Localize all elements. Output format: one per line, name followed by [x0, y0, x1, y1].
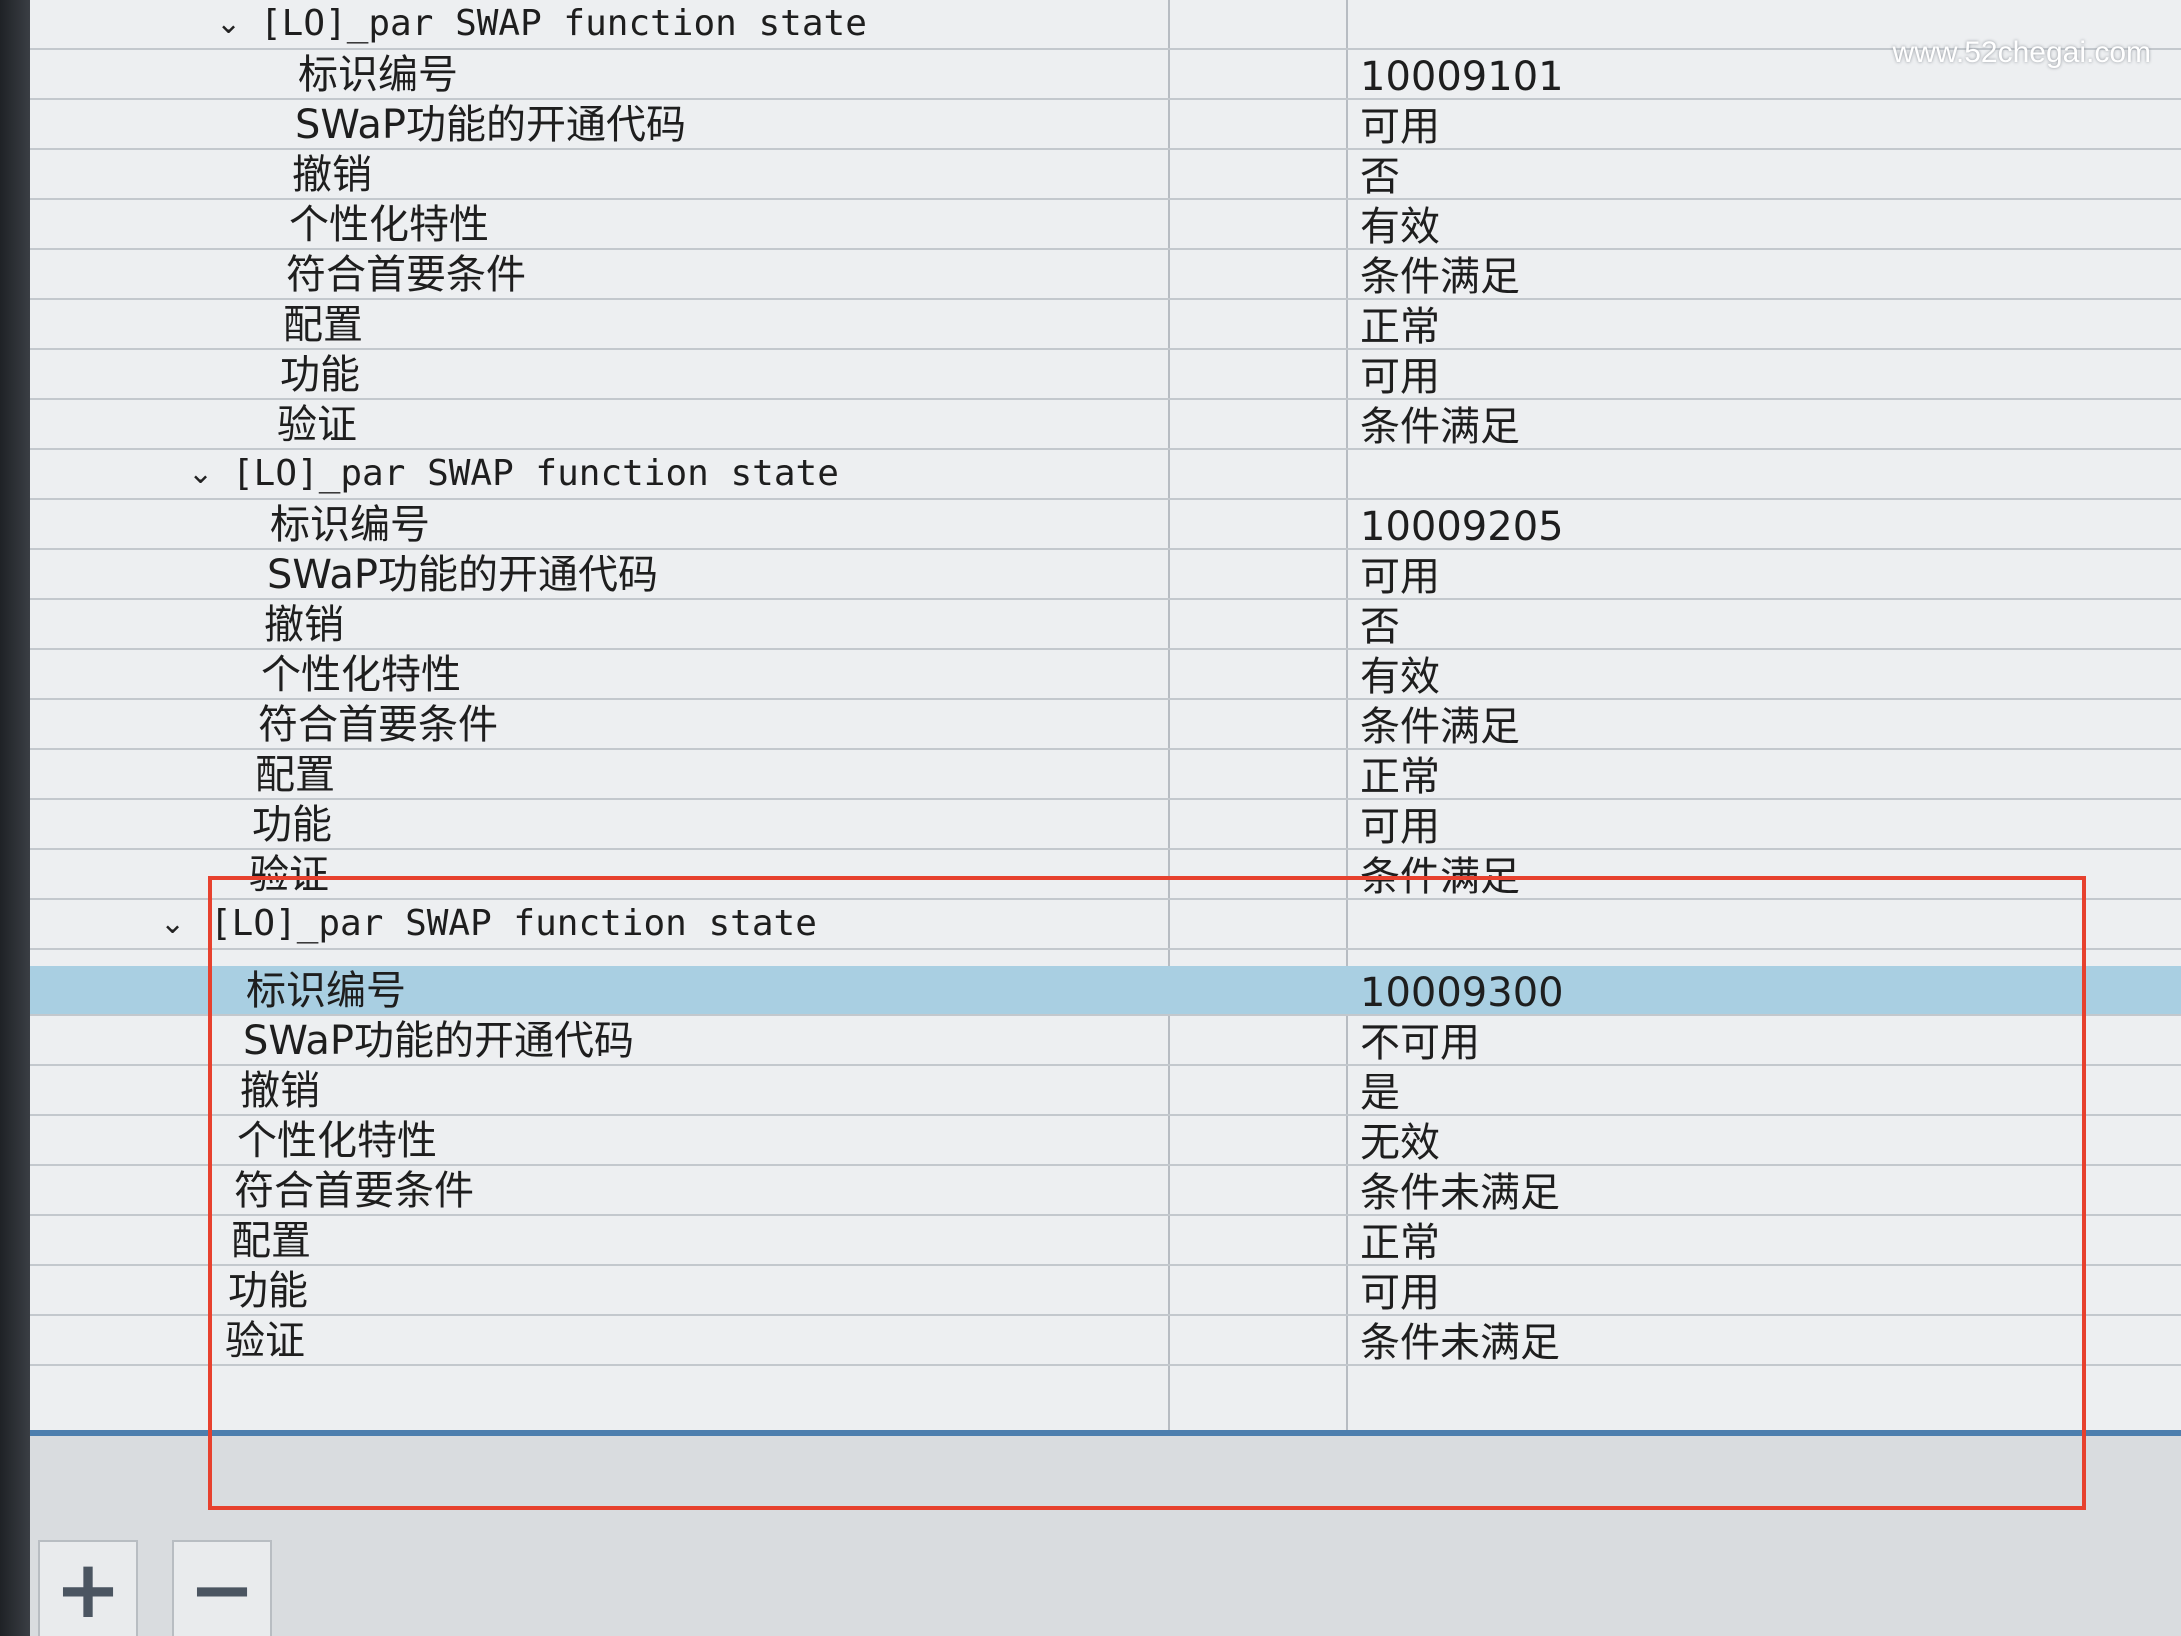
property-label: 撤销	[264, 602, 344, 648]
property-value: 正常	[1360, 754, 1440, 800]
table-row[interactable]: SWaP功能的开通代码 不可用	[30, 1016, 2181, 1066]
property-label: 功能	[228, 1268, 308, 1314]
minus-icon: −	[188, 1543, 256, 1636]
property-value: 10009205	[1360, 504, 1564, 550]
property-label: 功能	[280, 352, 360, 398]
property-label: 配置	[255, 752, 335, 798]
table-row[interactable]: 撤销 是	[30, 1066, 2181, 1116]
plus-icon: +	[54, 1543, 122, 1636]
property-label: 撤销	[240, 1068, 320, 1114]
property-value: 条件未满足	[1360, 1170, 1560, 1216]
property-value: 可用	[1360, 1270, 1440, 1316]
property-value: 是	[1360, 1070, 1400, 1116]
chevron-down-icon[interactable]: ⌄	[160, 906, 185, 942]
table-row[interactable]: 个性化特性 有效	[30, 650, 2181, 700]
property-value: 无效	[1360, 1120, 1440, 1166]
property-value: 有效	[1360, 204, 1440, 250]
group-title-2: [LO]_par SWAP function state	[232, 453, 839, 494]
table-row[interactable]: 符合首要条件 条件满足	[30, 250, 2181, 300]
property-label: 撤销	[292, 152, 372, 198]
table-row[interactable]: 符合首要条件 条件满足	[30, 700, 2181, 750]
screen-bezel	[0, 0, 30, 1636]
property-value: 条件满足	[1360, 704, 1520, 750]
property-label: 验证	[225, 1318, 305, 1364]
property-label: 符合首要条件	[258, 702, 498, 748]
table-row[interactable]: 符合首要条件 条件未满足	[30, 1166, 2181, 1216]
property-label: 符合首要条件	[234, 1168, 474, 1214]
property-value: 有效	[1360, 654, 1440, 700]
property-tree-panel: ⌄ [LO]_par SWAP function state 标识编号 1000…	[30, 0, 2181, 1436]
property-value: 条件满足	[1360, 254, 1520, 300]
table-row[interactable]: 验证 条件满足	[30, 400, 2181, 450]
property-value: 10009101	[1360, 54, 1564, 100]
property-label: SWaP功能的开通代码	[295, 102, 687, 148]
property-value: 否	[1360, 604, 1400, 650]
property-value: 10009300	[1360, 970, 1564, 1016]
property-value: 不可用	[1360, 1020, 1480, 1066]
table-row-selected[interactable]: 标识编号 10009300	[30, 966, 2181, 1016]
table-row[interactable]: SWaP功能的开通代码 可用	[30, 100, 2181, 150]
group-title-1: [LO]_par SWAP function state	[260, 3, 867, 44]
group-title-3: [LO]_par SWAP function state	[210, 903, 817, 944]
group-header-2[interactable]: ⌄ [LO]_par SWAP function state	[30, 450, 2181, 500]
property-label: 验证	[249, 852, 329, 898]
property-label: 验证	[277, 402, 357, 448]
property-value: 条件未满足	[1360, 1320, 1560, 1366]
property-value: 可用	[1360, 554, 1440, 600]
property-value: 否	[1360, 154, 1400, 200]
property-value: 可用	[1360, 354, 1440, 400]
add-button[interactable]: +	[38, 1540, 138, 1636]
table-row[interactable]: 个性化特性 无效	[30, 1116, 2181, 1166]
property-value: 正常	[1360, 304, 1440, 350]
property-value: 正常	[1360, 1220, 1440, 1266]
property-value: 条件满足	[1360, 854, 1520, 900]
table-row[interactable]: SWaP功能的开通代码 可用	[30, 550, 2181, 600]
table-row[interactable]: 验证 条件满足	[30, 850, 2181, 900]
table-row[interactable]: 配置 正常	[30, 300, 2181, 350]
property-value: 条件满足	[1360, 404, 1520, 450]
property-label: 个性化特性	[261, 652, 461, 698]
property-label: 个性化特性	[289, 202, 489, 248]
table-row[interactable]: 标识编号 10009101	[30, 50, 2181, 100]
property-label: 配置	[283, 302, 363, 348]
property-label: 个性化特性	[237, 1118, 437, 1164]
remove-button[interactable]: −	[172, 1540, 272, 1636]
table-row[interactable]: 配置 正常	[30, 750, 2181, 800]
chevron-down-icon[interactable]: ⌄	[188, 456, 213, 492]
table-row[interactable]: 标识编号 10009205	[30, 500, 2181, 550]
chevron-down-icon[interactable]: ⌄	[216, 6, 241, 42]
property-label: 标识编号	[270, 502, 430, 548]
table-row[interactable]: 功能 可用	[30, 1266, 2181, 1316]
table-row[interactable]: 撤销 否	[30, 150, 2181, 200]
table-row[interactable]: 配置 正常	[30, 1216, 2181, 1266]
table-row[interactable]: 功能 可用	[30, 800, 2181, 850]
property-label: 配置	[231, 1218, 311, 1264]
watermark: www.52chegai.com	[1892, 36, 2151, 69]
group-header-1[interactable]: ⌄ [LO]_par SWAP function state	[30, 0, 2181, 50]
property-label: 功能	[252, 802, 332, 848]
property-label: 符合首要条件	[286, 252, 526, 298]
table-row[interactable]: 撤销 否	[30, 600, 2181, 650]
table-row[interactable]: 功能 可用	[30, 350, 2181, 400]
table-row[interactable]: 个性化特性 有效	[30, 200, 2181, 250]
property-label: SWaP功能的开通代码	[243, 1018, 635, 1064]
table-row[interactable]: 验证 条件未满足	[30, 1316, 2181, 1366]
property-value: 可用	[1360, 104, 1440, 150]
property-label: 标识编号	[246, 968, 406, 1014]
property-label: 标识编号	[298, 52, 458, 98]
property-label: SWaP功能的开通代码	[267, 552, 659, 598]
group-header-3[interactable]: ⌄ [LO]_par SWAP function state	[30, 900, 2181, 950]
property-value: 可用	[1360, 804, 1440, 850]
